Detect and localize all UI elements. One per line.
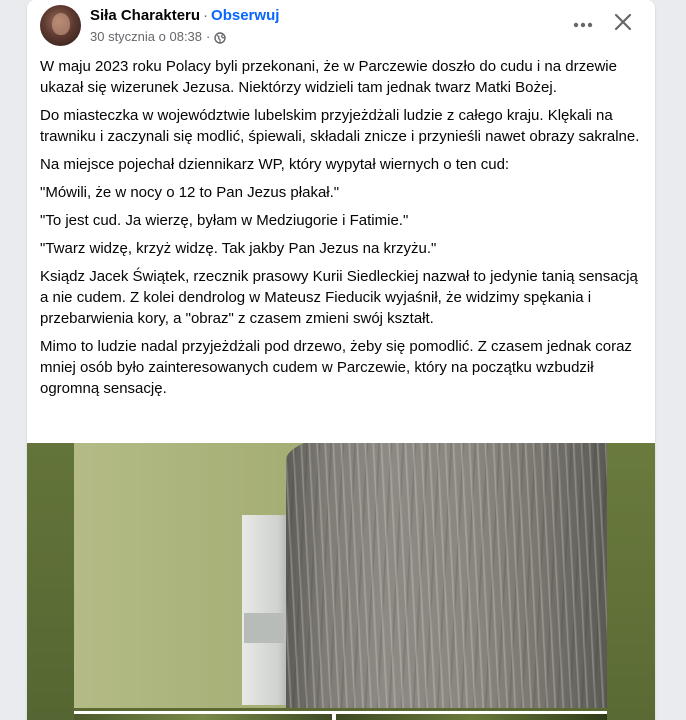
post-card: Siła Charakteru · Obserwuj 30 stycznia o 0…	[27, 0, 655, 720]
photo-thumbnail[interactable]	[74, 714, 332, 720]
photo-thumbnails	[74, 711, 607, 720]
photo-background-left	[27, 443, 74, 720]
author-separator: ·	[203, 7, 209, 24]
post-paragraph: W maju 2023 roku Polacy byli przekonani,…	[40, 58, 617, 96]
photo-tree-trunk	[286, 443, 607, 708]
more-options-button[interactable]	[569, 10, 597, 38]
timestamp-separator: ·	[206, 29, 211, 44]
photo-thumbnail[interactable]	[336, 714, 607, 720]
author-line: Siła Charakteru · Obserwuj	[90, 6, 279, 26]
post-paragraph: Mimo to ludzie nadal przyjeżdżali pod dr…	[40, 338, 632, 397]
post-header: Siła Charakteru · Obserwuj 30 stycznia o 0…	[27, 0, 655, 52]
close-icon	[614, 13, 632, 36]
post-paragraph: "Mówili, że w nocy o 12 to Pan Jezus pła…	[40, 184, 340, 201]
author-name[interactable]: Siła Charakteru	[90, 7, 200, 24]
more-horizontal-icon	[573, 15, 593, 33]
post-paragraph: "To jest cud. Ja wierzę, byłam w Medziug…	[40, 212, 409, 229]
post-paragraph: "Twarz widzę, krzyż widzę. Tak jakby Pan…	[40, 240, 437, 257]
post-body: W maju 2023 roku Polacy byli przekonani,…	[40, 56, 644, 406]
post-paragraph: Ksiądz Jacek Świątek, rzecznik prasowy K…	[40, 268, 638, 327]
photo-background-right	[607, 443, 655, 720]
post-paragraph: Na miejsce pojechał dziennikarz WP, któr…	[40, 156, 510, 173]
globe-icon	[214, 31, 227, 44]
follow-button[interactable]: Obserwuj	[211, 7, 279, 24]
post-meta: 30 stycznia o 08:38 ·	[90, 28, 227, 46]
close-button[interactable]	[609, 10, 637, 38]
post-media[interactable]	[27, 443, 655, 720]
tree-trunk-photo[interactable]	[74, 443, 607, 708]
post-timestamp[interactable]: 30 stycznia o 08:38	[90, 28, 202, 46]
photo-building-detail	[244, 613, 284, 643]
author-avatar[interactable]	[40, 5, 81, 46]
post-paragraph: Do miasteczka w województwie lubelskim p…	[40, 107, 640, 145]
